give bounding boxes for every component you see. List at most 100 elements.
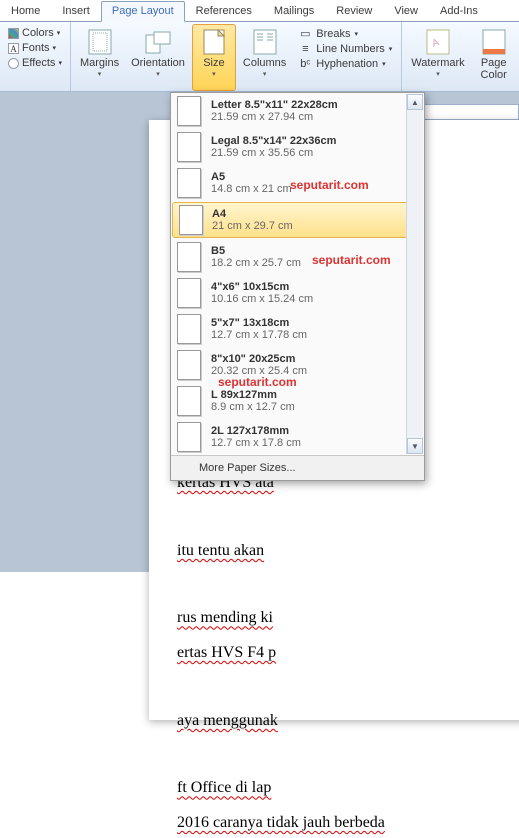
orientation-icon xyxy=(142,28,174,56)
document-line xyxy=(177,742,519,771)
size-option-title: Letter 8.5"x11" 22x28cm xyxy=(211,99,338,111)
chevron-down-icon: ▾ xyxy=(263,70,267,78)
hyphenation-label: Hyphenation xyxy=(316,58,378,70)
scroll-up-icon[interactable]: ▲ xyxy=(407,94,423,110)
tab-insert[interactable]: Insert xyxy=(51,1,101,22)
hyphenation-icon: bᶜ xyxy=(298,58,312,70)
margins-icon xyxy=(84,28,116,56)
margins-button[interactable]: Margins ▾ xyxy=(75,24,124,91)
size-option-sub: 21.59 cm x 35.56 cm xyxy=(211,147,336,159)
size-option-title: 4"x6" 10x15cm xyxy=(211,281,313,293)
chevron-down-icon: ▾ xyxy=(98,70,102,78)
size-button[interactable]: Size ▾ xyxy=(192,24,236,91)
size-option[interactable]: A421 cm x 29.7 cm xyxy=(172,202,423,238)
more-paper-sizes[interactable]: More Paper Sizes... xyxy=(171,455,424,480)
tab-mailings[interactable]: Mailings xyxy=(263,1,325,22)
chevron-down-icon: ▾ xyxy=(156,70,160,78)
page-icon xyxy=(177,386,201,416)
size-option-title: A4 xyxy=(212,208,293,220)
size-option-sub: 12.7 cm x 17.78 cm xyxy=(211,329,307,341)
breaks-label: Breaks xyxy=(316,28,350,40)
themes-group: Colors ▾ AFonts ▾ Effects ▾ xyxy=(0,22,71,91)
tab-page-layout[interactable]: Page Layout xyxy=(101,1,185,22)
theme-fonts-button[interactable]: AFonts ▾ xyxy=(6,41,64,55)
watermark-button[interactable]: A Watermark ▾ xyxy=(406,24,469,91)
page-icon xyxy=(177,242,201,272)
theme-fonts-label: Fonts xyxy=(22,42,50,54)
size-option[interactable]: Legal 8.5"x14" 22x36cm21.59 cm x 35.56 c… xyxy=(171,129,424,165)
document-line xyxy=(177,674,519,703)
size-option-sub: 14.8 cm x 21 cm xyxy=(211,183,292,195)
size-option[interactable]: Letter 8.5"x11" 22x28cm21.59 cm x 27.94 … xyxy=(171,93,424,129)
size-icon xyxy=(198,28,230,56)
size-option-title: A5 xyxy=(211,171,292,183)
size-option-sub: 18.2 cm x 25.7 cm xyxy=(211,257,301,269)
size-option-title: 5"x7" 13x18cm xyxy=(211,317,307,329)
page-setup-group: Margins ▾ Orientation ▾ Size ▾ Columns ▾… xyxy=(71,22,402,91)
tab-home[interactable]: Home xyxy=(0,1,51,22)
columns-button[interactable]: Columns ▾ xyxy=(238,24,291,91)
scroll-down-icon[interactable]: ▼ xyxy=(407,438,423,454)
chevron-down-icon: ▾ xyxy=(436,70,440,78)
size-label: Size xyxy=(203,57,224,69)
page-color-button[interactable]: Page Color xyxy=(472,24,516,91)
page-icon xyxy=(177,422,201,452)
watermark-icon: A xyxy=(422,28,454,56)
size-option[interactable]: 5"x7" 13x18cm12.7 cm x 17.78 cm xyxy=(171,311,424,347)
watermark-text: seputarit.com xyxy=(312,253,391,267)
theme-effects-label: Effects xyxy=(22,57,55,69)
tab-addins[interactable]: Add-Ins xyxy=(429,1,489,22)
document-line: ertas HVS F4 p xyxy=(177,639,519,668)
size-option-title: 2L 127x178mm xyxy=(211,425,301,437)
size-option[interactable]: 8"x10" 20x25cm20.32 cm x 25.4 cm xyxy=(171,347,424,383)
size-option-sub: 21.59 cm x 27.94 cm xyxy=(211,111,338,123)
size-option-title: L 89x127mm xyxy=(211,389,295,401)
page-color-label: Page Color xyxy=(481,57,507,81)
chevron-down-icon: ▾ xyxy=(212,70,216,78)
tab-references[interactable]: References xyxy=(185,1,263,22)
size-option[interactable]: L 89x127mm8.9 cm x 12.7 cm xyxy=(171,383,424,419)
document-line: ft Office di lap xyxy=(177,774,519,803)
tab-review[interactable]: Review xyxy=(325,1,383,22)
theme-colors-button[interactable]: Colors ▾ xyxy=(6,26,64,40)
page-icon xyxy=(179,205,203,235)
page-background-group: A Watermark ▾ Page Color Page Borders xyxy=(402,22,519,91)
tab-view[interactable]: View xyxy=(383,1,429,22)
size-option-sub: 8.9 cm x 12.7 cm xyxy=(211,401,295,413)
ribbon: Colors ▾ AFonts ▾ Effects ▾ Margins ▾ Or… xyxy=(0,22,519,92)
page-icon xyxy=(177,132,201,162)
orientation-button[interactable]: Orientation ▾ xyxy=(126,24,190,91)
dropdown-scrollbar[interactable]: ▲ ▼ xyxy=(406,94,423,454)
page-icon xyxy=(177,168,201,198)
size-option-title: B5 xyxy=(211,245,301,257)
size-option-sub: 12.7 cm x 17.8 cm xyxy=(211,437,301,449)
page-icon xyxy=(177,278,201,308)
columns-icon xyxy=(249,28,281,56)
page-color-icon xyxy=(478,28,510,56)
size-option-title: Legal 8.5"x14" 22x36cm xyxy=(211,135,336,147)
watermark-text: seputarit.com xyxy=(218,375,297,389)
page-icon xyxy=(177,350,201,380)
size-dropdown-list: Letter 8.5"x11" 22x28cm21.59 cm x 27.94 … xyxy=(171,93,424,455)
breaks-button[interactable]: ▭Breaks ▾ xyxy=(295,26,395,41)
hyphenation-button[interactable]: bᶜHyphenation ▾ xyxy=(295,57,395,71)
size-dropdown: Letter 8.5"x11" 22x28cm21.59 cm x 27.94 … xyxy=(170,92,425,481)
watermark-text: seputarit.com xyxy=(290,178,369,192)
size-option[interactable]: 2L 127x178mm12.7 cm x 17.8 cm xyxy=(171,419,424,455)
margins-label: Margins xyxy=(80,57,119,69)
size-option[interactable]: 4"x6" 10x15cm10.16 cm x 15.24 cm xyxy=(171,275,424,311)
document-line xyxy=(177,504,519,533)
orientation-label: Orientation xyxy=(131,57,185,69)
page-icon xyxy=(177,96,201,126)
line-numbers-button[interactable]: ≡Line Numbers ▾ xyxy=(295,42,395,56)
columns-label: Columns xyxy=(243,57,286,69)
document-line xyxy=(177,572,519,601)
ribbon-tabs: Home Insert Page Layout References Maili… xyxy=(0,0,519,22)
theme-colors-label: Colors xyxy=(22,27,54,39)
document-line: aya menggunak xyxy=(177,707,519,736)
size-option-title: 8"x10" 20x25cm xyxy=(211,353,307,365)
breaks-icon: ▭ xyxy=(298,27,312,40)
size-option-sub: 21 cm x 29.7 cm xyxy=(212,220,293,232)
document-line: 2016 caranya tidak jauh berbeda xyxy=(177,809,519,838)
theme-effects-button[interactable]: Effects ▾ xyxy=(6,56,64,70)
